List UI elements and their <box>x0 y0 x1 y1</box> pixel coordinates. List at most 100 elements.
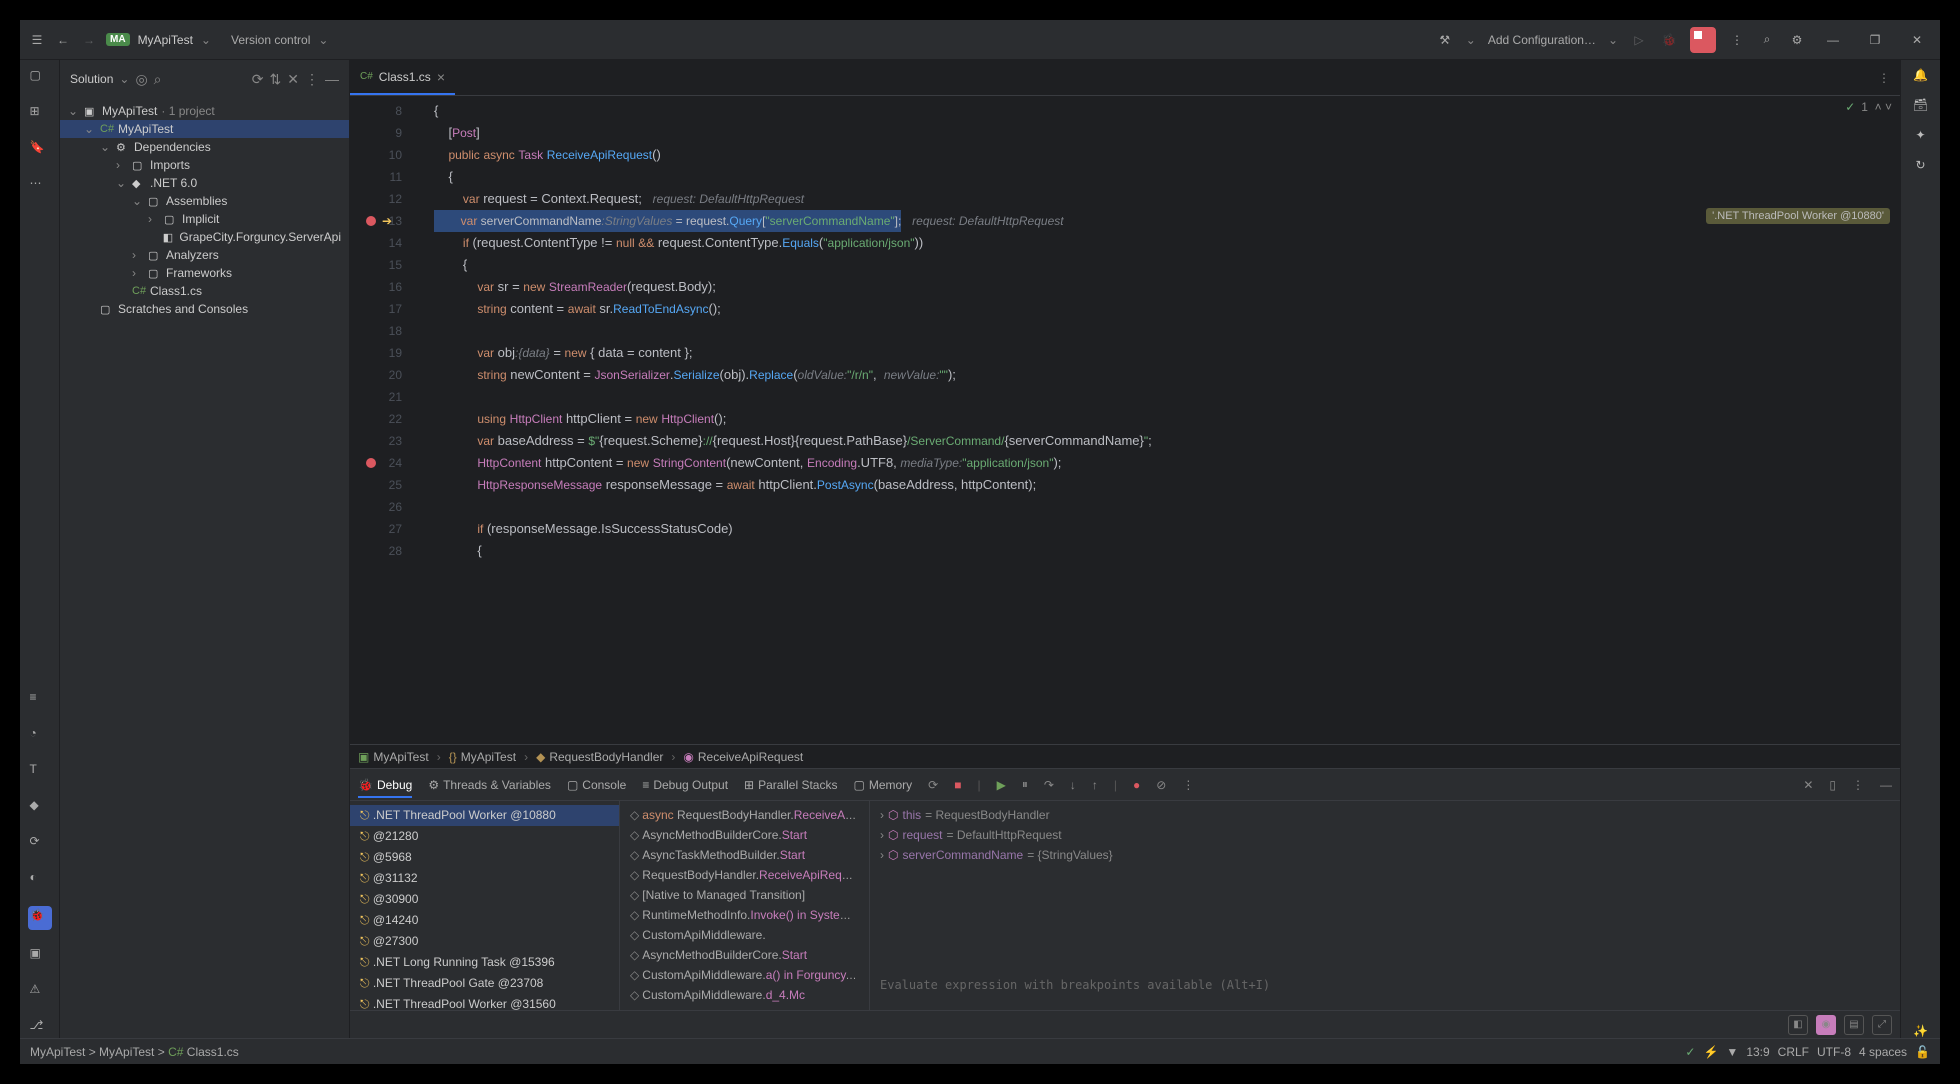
tree-project[interactable]: ⌄C#MyApiTest <box>60 120 349 138</box>
add-configuration[interactable]: Add Configuration… <box>1488 33 1596 47</box>
status-lock-icon[interactable]: ▼ <box>1726 1045 1738 1059</box>
database-icon[interactable]: 🗃 <box>1913 98 1928 112</box>
stop-icon[interactable]: ■ <box>954 778 961 792</box>
resume-icon[interactable]: ▶ <box>997 778 1006 792</box>
vcs-icon[interactable]: ⎇ <box>30 1018 50 1038</box>
locate-icon[interactable]: ◎ <box>135 71 147 88</box>
thread-item[interactable]: ⎋ @5968 <box>350 847 619 868</box>
restore-icon[interactable]: ❐ <box>1860 25 1890 55</box>
tree-class1[interactable]: C#Class1.cs <box>60 282 349 300</box>
run-icon[interactable]: ▷ <box>1630 31 1648 49</box>
frame-item[interactable]: ◇ RequestBodyHandler.ReceiveApiRequest()… <box>620 865 869 885</box>
minimize-icon[interactable]: — <box>1880 778 1892 792</box>
breadcrumb-item[interactable]: ▣MyApiTest <box>358 750 429 764</box>
debug-tab-console[interactable]: ▢ Console <box>567 778 626 792</box>
variable-item[interactable]: › ⬡ serverCommandName = {StringValues} <box>870 845 1900 865</box>
frame-item[interactable]: ◇ AsyncTaskMethodBuilder.Start <box>620 845 869 865</box>
ai-assist-icon[interactable]: ✨ <box>1913 1024 1928 1038</box>
status-indent[interactable]: 4 spaces <box>1859 1045 1907 1059</box>
tree-scratches[interactable]: ▢Scratches and Consoles <box>60 300 349 318</box>
frame-item[interactable]: ◇ AsyncMethodBuilderCore.Start <box>620 945 869 965</box>
history-icon[interactable]: ↻ <box>1915 158 1925 172</box>
inspection-widget[interactable]: ✓ 1 ˄ ˅ <box>1845 100 1892 114</box>
collapse-icon[interactable]: ⇅ <box>270 71 282 88</box>
tree-net60[interactable]: ⌄◆.NET 6.0 <box>60 174 349 192</box>
unit-test-icon[interactable]: T <box>30 762 50 782</box>
version-control-menu[interactable]: Version control <box>231 33 310 47</box>
thread-item[interactable]: ⎋ @14240 <box>350 910 619 931</box>
step-over-icon[interactable]: ↷ <box>1044 778 1054 792</box>
endpoints-icon[interactable]: ⟳ <box>30 834 50 854</box>
thread-item[interactable]: ⎋ .NET ThreadPool Worker @10880 <box>350 805 619 826</box>
status-readonly-icon[interactable]: 🔓 <box>1915 1045 1930 1059</box>
search-icon[interactable]: ⌕ <box>154 71 162 88</box>
refresh-icon[interactable]: ⟳ <box>252 71 264 88</box>
step-into-icon[interactable]: ↓ <box>1070 778 1076 792</box>
chevron-down-icon[interactable]: ⌄ <box>1466 33 1476 47</box>
frame-item[interactable]: ◇ CustomApiMiddleware.d_4.Mc <box>620 985 869 1005</box>
frame-item[interactable]: ◇ CustomApiMiddleware. <box>620 925 869 945</box>
variable-item[interactable]: › ⬡ this = RequestBodyHandler <box>870 805 1900 825</box>
variable-item[interactable]: › ⬡ request = DefaultHttpRequest <box>870 825 1900 845</box>
debug-tab-threads[interactable]: ⚙ Threads & Variables <box>428 778 551 792</box>
terminal-icon[interactable]: ▣ <box>30 946 50 966</box>
toggle1-icon[interactable]: ◧ <box>1788 1015 1808 1035</box>
frame-item[interactable]: ◇ CustomApiMiddleware.a() in Forguncy.Ka… <box>620 965 869 985</box>
minimize-icon[interactable]: — <box>1818 25 1848 55</box>
explorer-title[interactable]: Solution <box>70 72 113 86</box>
evaluate-prompt[interactable]: Evaluate expression with breakpoints ava… <box>870 975 1900 995</box>
debug-tab-stacks[interactable]: ⊞ Parallel Stacks <box>744 778 837 792</box>
tree-assemblies[interactable]: ⌄▢Assemblies <box>60 192 349 210</box>
bookmark-icon[interactable]: 🔖 <box>30 140 50 160</box>
pause-icon[interactable]: ⏸ <box>1022 777 1028 792</box>
toggle2-icon[interactable]: ◉ <box>1816 1015 1836 1035</box>
rerun-icon[interactable]: ⟳ <box>928 778 938 792</box>
menu-icon[interactable]: ☰ <box>28 31 46 49</box>
thread-item[interactable]: ⎋ .NET ThreadPool Worker @31560 <box>350 994 619 1010</box>
close-tab-icon[interactable]: × <box>437 69 445 85</box>
debug-tab-memory[interactable]: ▢ Memory <box>853 778 912 792</box>
tree-implicit[interactable]: ›▢Implicit <box>60 210 349 228</box>
todo-icon[interactable]: ≡ <box>30 690 50 710</box>
tree-grapecity[interactable]: ◧GrapeCity.Forguncy.ServerApi <box>60 228 349 246</box>
frame-item[interactable]: ◇ AsyncMethodBuilderCore.Start <box>620 825 869 845</box>
stop-button[interactable] <box>1690 27 1716 53</box>
more-horizontal-icon[interactable]: ⋯ <box>30 176 50 196</box>
thread-item[interactable]: ⎋ @27300 <box>350 931 619 952</box>
ai-icon[interactable]: ✦ <box>1915 128 1925 142</box>
build-tool-icon[interactable]: ◐ <box>30 870 50 890</box>
debug-tool-icon[interactable]: 🐞 <box>28 906 52 930</box>
close-icon[interactable]: ✕ <box>1902 25 1932 55</box>
close-icon[interactable]: ✕ <box>1803 778 1813 792</box>
notifications-icon[interactable]: 🔔 <box>1913 68 1928 82</box>
status-ok-icon[interactable]: ✓ <box>1685 1045 1695 1059</box>
more-icon[interactable]: ⋮ <box>1728 31 1746 49</box>
close-icon[interactable]: ✕ <box>287 71 299 88</box>
status-position[interactable]: 13:9 <box>1746 1045 1769 1059</box>
mute-breakpoints-icon[interactable]: ⊘ <box>1156 778 1166 792</box>
status-eol[interactable]: CRLF <box>1778 1045 1809 1059</box>
more-icon[interactable]: ⋮ <box>1852 778 1864 792</box>
tree-dependencies[interactable]: ⌄⚙Dependencies <box>60 138 349 156</box>
status-power-icon[interactable]: ⚡ <box>1703 1045 1718 1059</box>
tab-class1[interactable]: C# Class1.cs × <box>350 60 455 95</box>
more-icon[interactable]: ⋮ <box>1182 778 1194 792</box>
debug-icon[interactable]: 🐞 <box>1660 31 1678 49</box>
chevron-down-icon[interactable]: ⌄ <box>201 33 211 47</box>
minimize-icon[interactable]: — <box>325 71 339 87</box>
thread-item[interactable]: ⎋ @31132 <box>350 868 619 889</box>
chevron-down-icon[interactable]: ⌄ <box>1608 33 1618 47</box>
thread-item[interactable]: ⎋ .NET Long Running Task @15396 <box>350 952 619 973</box>
chevron-down-icon[interactable]: ⌄ <box>318 33 328 47</box>
tree-imports[interactable]: ›▢Imports <box>60 156 349 174</box>
forward-icon[interactable]: → <box>80 31 98 49</box>
debug-tab-output[interactable]: ≡ Debug Output <box>642 778 728 792</box>
problems-icon[interactable]: ⚠ <box>30 982 50 1002</box>
tree-solution-root[interactable]: ⌄▣MyApiTest · 1 project <box>60 102 349 120</box>
code-editor[interactable]: { [Post] public async Task ReceiveApiReq… <box>426 96 1900 744</box>
search-icon[interactable]: ⌕ <box>1758 31 1776 49</box>
services-icon[interactable]: ◔ <box>30 726 50 746</box>
frame-item[interactable]: ◇ [Native to Managed Transition] <box>620 885 869 905</box>
more-icon[interactable]: ⋮ <box>1868 71 1900 85</box>
back-icon[interactable]: ← <box>54 31 72 49</box>
